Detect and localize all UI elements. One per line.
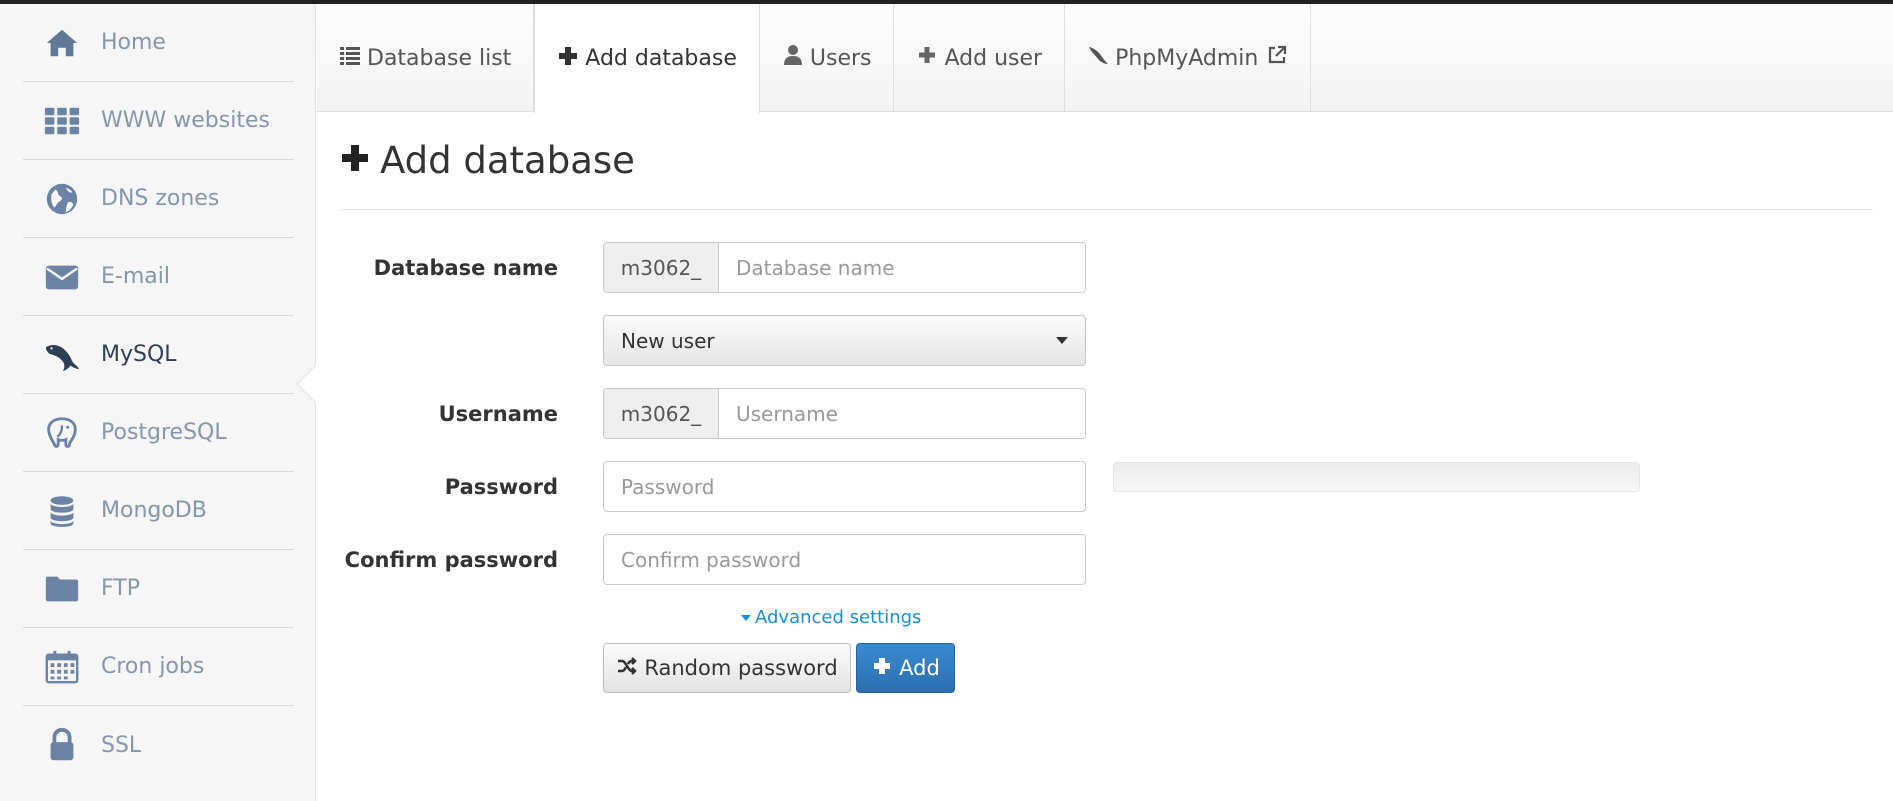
sidebar-item-label: Cron jobs — [101, 654, 205, 679]
page-title: Add database — [340, 112, 1873, 210]
sidebar-item-email[interactable]: E-mail — [23, 238, 294, 316]
tab-label: Add database — [585, 46, 737, 71]
tab-label: Database list — [367, 45, 512, 71]
user-select-value: New user — [621, 328, 715, 353]
user-icon — [782, 44, 804, 72]
sidebar-item-cron-jobs[interactable]: Cron jobs — [23, 628, 294, 706]
database-name-group: m3062_ — [603, 242, 1086, 293]
sidebar-item-ftp[interactable]: FTP — [23, 550, 294, 628]
lock-icon — [38, 725, 86, 765]
globe-icon — [38, 179, 86, 219]
confirm-password-input[interactable] — [603, 534, 1086, 585]
mysql-dolphin-icon — [38, 335, 86, 375]
main-content: Add database Database name m3062_ New us… — [340, 112, 1873, 693]
plus-icon — [871, 655, 893, 682]
sidebar-item-label: Home — [101, 30, 166, 55]
username-prefix: m3062_ — [604, 389, 719, 438]
random-password-button[interactable]: Random password — [603, 643, 851, 693]
advanced-settings-link[interactable]: Advanced settings — [741, 607, 921, 628]
sidebar-item-label: DNS zones — [101, 186, 220, 211]
tab-label: PhpMyAdmin — [1115, 45, 1259, 71]
tab-database-list[interactable]: Database list — [317, 4, 535, 112]
sidebar-item-label: WWW websites — [101, 108, 270, 133]
plus-icon — [340, 139, 370, 182]
tab-users[interactable]: Users — [760, 4, 895, 112]
sidebar-item-label: FTP — [101, 576, 140, 601]
shuffle-icon — [616, 655, 638, 682]
caret-down-icon — [741, 614, 751, 621]
grid-icon — [38, 101, 86, 141]
database-name-label: Database name — [373, 255, 558, 280]
plus-icon — [916, 44, 938, 72]
database-name-prefix: m3062_ — [604, 243, 719, 292]
username-row: Username m3062_ — [340, 388, 1086, 439]
sidebar-item-label: PostgreSQL — [101, 420, 227, 445]
tab-add-database[interactable]: Add database — [534, 4, 760, 113]
password-input[interactable] — [603, 461, 1086, 512]
sidebar-item-home[interactable]: Home — [23, 4, 294, 82]
database-name-row: Database name m3062_ — [340, 242, 1086, 293]
folder-icon — [38, 569, 86, 609]
sidebar-item-label: SSL — [101, 732, 142, 758]
sidebar-item-label: MongoDB — [101, 498, 207, 523]
sidebar-item-label: MySQL — [101, 342, 177, 367]
calendar-icon — [38, 647, 86, 687]
sidebar-item-ssl[interactable]: SSL — [23, 706, 294, 784]
page-title-text: Add database — [380, 139, 635, 182]
home-icon — [38, 23, 86, 63]
plus-icon — [557, 45, 579, 73]
user-select[interactable]: New user — [603, 315, 1086, 366]
tab-label: Users — [809, 45, 872, 71]
database-icon — [38, 491, 86, 531]
tab-bar: Database list Add database Users Add use… — [317, 4, 1893, 113]
advanced-settings-label: Advanced settings — [755, 607, 922, 628]
external-link-icon — [1266, 44, 1288, 72]
password-strength-bar — [1113, 462, 1640, 492]
sidebar: Home WWW websites DNS zones E-mail MySQL… — [0, 4, 316, 801]
envelope-icon — [38, 257, 86, 297]
password-label: Password — [444, 474, 558, 499]
username-label: Username — [438, 401, 558, 426]
tab-label: Add user — [944, 45, 1043, 71]
sidebar-item-www-websites[interactable]: WWW websites — [23, 82, 294, 160]
add-button-label: Add — [899, 656, 940, 680]
sidebar-item-mongodb[interactable]: MongoDB — [23, 472, 294, 550]
random-password-label: Random password — [644, 656, 838, 680]
database-name-input[interactable] — [719, 243, 1085, 292]
list-icon — [339, 44, 361, 72]
postgresql-elephant-icon — [38, 413, 86, 453]
sidebar-item-mysql[interactable]: MySQL — [23, 316, 294, 394]
username-group: m3062_ — [603, 388, 1086, 439]
phpmyadmin-icon — [1087, 44, 1109, 72]
sidebar-item-postgresql[interactable]: PostgreSQL — [23, 394, 294, 472]
tab-add-user[interactable]: Add user — [894, 4, 1066, 112]
tab-phpmyadmin[interactable]: PhpMyAdmin — [1065, 4, 1312, 112]
sidebar-item-label: E-mail — [101, 264, 170, 289]
user-select-row: New user — [340, 315, 1086, 366]
username-input[interactable] — [719, 389, 1085, 438]
confirm-password-label: Confirm password — [344, 547, 558, 572]
sidebar-item-dns-zones[interactable]: DNS zones — [23, 160, 294, 238]
caret-down-icon — [1056, 337, 1068, 344]
confirm-password-row: Confirm password — [340, 534, 1086, 585]
password-row: Password — [340, 461, 1086, 512]
add-button[interactable]: Add — [856, 643, 955, 693]
